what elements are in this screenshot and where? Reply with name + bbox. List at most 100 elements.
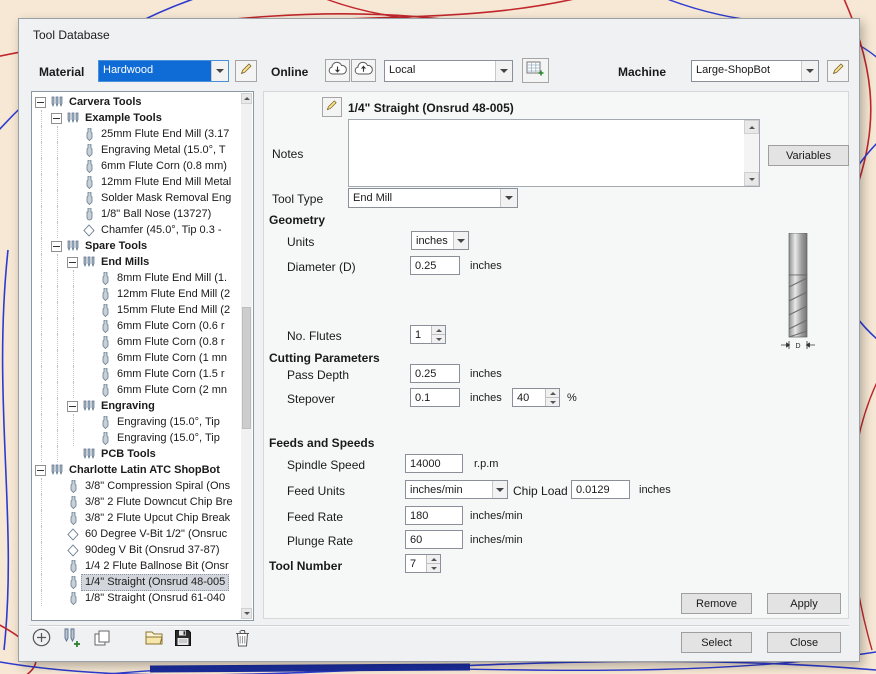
tree-item-13[interactable]: 15mm Flute End Mill (2 xyxy=(34,302,240,318)
spindle-speed-input[interactable]: 14000 xyxy=(405,454,463,473)
tool-type-combobox[interactable]: End Mill xyxy=(348,188,518,208)
tree-item-4[interactable]: 6mm Flute Corn (0.8 mm) xyxy=(34,158,240,174)
tree-item-label[interactable]: Chamfer (45.0°, Tip 0.3 - xyxy=(97,222,226,239)
scroll-down-icon[interactable] xyxy=(744,172,759,186)
tree-item-3[interactable]: Engraving Metal (15.0°, T xyxy=(34,142,240,158)
tree-collapse-icon[interactable] xyxy=(51,112,62,124)
tree-scrollbar[interactable] xyxy=(241,93,252,619)
scroll-up-icon[interactable] xyxy=(241,93,252,104)
tree-item-label[interactable]: 6mm Flute Corn (0.6 r xyxy=(113,318,229,335)
tree-item-28[interactable]: 90deg V Bit (Onsrud 37-87) xyxy=(34,542,240,558)
add-tool-button[interactable] xyxy=(29,628,53,652)
tree-item-19[interactable]: Engraving xyxy=(34,398,240,414)
tree-item-label[interactable]: 60 Degree V-Bit 1/2" (Onsruc xyxy=(81,526,231,543)
spin-down-icon[interactable] xyxy=(427,564,440,572)
tree-item-label[interactable]: 1/4 2 Flute Ballnose Bit (Onsr xyxy=(81,558,233,575)
chevron-down-icon[interactable] xyxy=(500,189,517,207)
units-value[interactable]: inches xyxy=(412,232,453,249)
tree-item-10[interactable]: End Mills xyxy=(34,254,240,270)
tree-item-label[interactable]: 6mm Flute Corn (2 mn xyxy=(113,382,231,399)
copy-tool-button[interactable] xyxy=(90,628,114,652)
tree-item-15[interactable]: 6mm Flute Corn (0.8 r xyxy=(34,334,240,350)
notes-textarea[interactable] xyxy=(348,119,760,187)
tree-item-18[interactable]: 6mm Flute Corn (2 mn xyxy=(34,382,240,398)
tree-item-6[interactable]: Solder Mask Removal Eng xyxy=(34,190,240,206)
edit-machine-button[interactable] xyxy=(827,60,849,82)
tool-number-stepper[interactable]: 7 xyxy=(405,554,441,573)
feed-units-combobox[interactable]: inches/min xyxy=(405,480,508,499)
notes-text[interactable] xyxy=(352,122,739,184)
tree-item-label[interactable]: 1/8" Ball Nose (13727) xyxy=(97,206,215,223)
apply-button[interactable]: Apply xyxy=(767,593,841,614)
chevron-down-icon[interactable] xyxy=(453,232,468,249)
tree-item-label[interactable]: Charlotte Latin ATC ShopBot xyxy=(65,462,224,479)
download-tools-button[interactable] xyxy=(325,59,350,82)
tree-item-7[interactable]: 1/8" Ball Nose (13727) xyxy=(34,206,240,222)
tree-item-17[interactable]: 6mm Flute Corn (1.5 r xyxy=(34,366,240,382)
material-combobox[interactable]: Hardwood xyxy=(98,60,229,82)
chevron-down-icon[interactable] xyxy=(211,61,228,81)
tree-item-label[interactable]: 1/4" Straight (Onsrud 48-005 xyxy=(81,573,230,591)
tree-item-24[interactable]: 3/8" Compression Spiral (Ons xyxy=(34,478,240,494)
select-button[interactable]: Select xyxy=(681,632,752,653)
flutes-value[interactable]: 1 xyxy=(411,326,431,343)
tree-item-12[interactable]: 12mm Flute End Mill (2 xyxy=(34,286,240,302)
tree-item-label[interactable]: 6mm Flute Corn (0.8 mm) xyxy=(97,158,231,175)
tree-item-25[interactable]: 3/8" 2 Flute Downcut Chip Bre xyxy=(34,494,240,510)
tree-item-16[interactable]: 6mm Flute Corn (1 mn xyxy=(34,350,240,366)
tree-item-2[interactable]: 25mm Flute End Mill (3.17 xyxy=(34,126,240,142)
chevron-down-icon[interactable] xyxy=(492,481,507,498)
delete-tool-button[interactable] xyxy=(230,628,254,652)
machine-combobox[interactable]: Large-ShopBot xyxy=(691,60,819,82)
tree-item-label[interactable]: Carvera Tools xyxy=(65,94,146,111)
tree-item-26[interactable]: 3/8" 2 Flute Upcut Chip Break xyxy=(34,510,240,526)
tree-item-label[interactable]: 12mm Flute End Mill Metal xyxy=(97,174,235,191)
diameter-input[interactable]: 0.25 xyxy=(410,256,460,275)
feed-rate-input[interactable]: 180 xyxy=(405,506,463,525)
tree-item-22[interactable]: PCB Tools xyxy=(34,446,240,462)
scroll-down-icon[interactable] xyxy=(241,608,252,619)
chevron-down-icon[interactable] xyxy=(801,61,818,81)
tree-item-label[interactable]: Example Tools xyxy=(81,110,166,127)
tree-item-9[interactable]: Spare Tools xyxy=(34,238,240,254)
tree-item-label[interactable]: 3/8" Compression Spiral (Ons xyxy=(81,478,234,495)
tree-collapse-icon[interactable] xyxy=(51,240,62,252)
tree-collapse-icon[interactable] xyxy=(67,400,78,412)
tree-item-label[interactable]: Solder Mask Removal Eng xyxy=(97,190,235,207)
spin-up-icon[interactable] xyxy=(427,555,440,564)
tree-item-21[interactable]: Engraving (15.0°, Tip xyxy=(34,430,240,446)
tree-item-23[interactable]: Charlotte Latin ATC ShopBot xyxy=(34,462,240,478)
stepover-input[interactable]: 0.1 xyxy=(410,388,460,407)
tree-item-label[interactable]: 90deg V Bit (Onsrud 37-87) xyxy=(81,542,224,559)
spin-up-icon[interactable] xyxy=(432,326,445,335)
edit-tool-name-button[interactable] xyxy=(322,97,342,117)
stepover-percent-value[interactable]: 40 xyxy=(513,389,545,406)
tree-item-label[interactable]: 6mm Flute Corn (1.5 r xyxy=(113,366,229,383)
chevron-down-icon[interactable] xyxy=(495,61,512,81)
tree-collapse-icon[interactable] xyxy=(35,96,46,108)
tree-item-label[interactable]: 3/8" 2 Flute Downcut Chip Bre xyxy=(81,494,237,511)
machine-combobox-value[interactable]: Large-ShopBot xyxy=(692,61,801,81)
scrollbar-thumb[interactable] xyxy=(242,307,251,429)
pass-depth-input[interactable]: 0.25 xyxy=(410,364,460,383)
tool-type-value[interactable]: End Mill xyxy=(349,189,500,207)
tree-item-label[interactable]: Spare Tools xyxy=(81,238,151,255)
tree-item-label[interactable]: PCB Tools xyxy=(97,446,160,463)
tree-item-27[interactable]: 60 Degree V-Bit 1/2" (Onsruc xyxy=(34,526,240,542)
tree-item-1[interactable]: Example Tools xyxy=(34,110,240,126)
tree-item-label[interactable]: 8mm Flute End Mill (1. xyxy=(113,270,231,287)
database-source-combobox[interactable]: Local xyxy=(384,60,513,82)
tree-item-20[interactable]: Engraving (15.0°, Tip xyxy=(34,414,240,430)
notes-scrollbar[interactable] xyxy=(744,120,759,186)
add-database-button[interactable] xyxy=(522,58,549,83)
material-combobox-value[interactable]: Hardwood xyxy=(99,61,211,81)
spin-up-icon[interactable] xyxy=(546,389,559,398)
close-button[interactable]: Close xyxy=(767,632,841,653)
tree-item-label[interactable]: 6mm Flute Corn (0.8 r xyxy=(113,334,229,351)
save-database-button[interactable] xyxy=(171,628,195,652)
upload-tools-button[interactable] xyxy=(351,59,376,82)
units-combobox[interactable]: inches xyxy=(411,231,469,250)
tree-item-30[interactable]: 1/4" Straight (Onsrud 48-005 xyxy=(34,573,240,591)
tree-item-label[interactable]: Engraving xyxy=(97,398,159,415)
tree-item-label[interactable]: Engraving (15.0°, Tip xyxy=(113,430,224,447)
